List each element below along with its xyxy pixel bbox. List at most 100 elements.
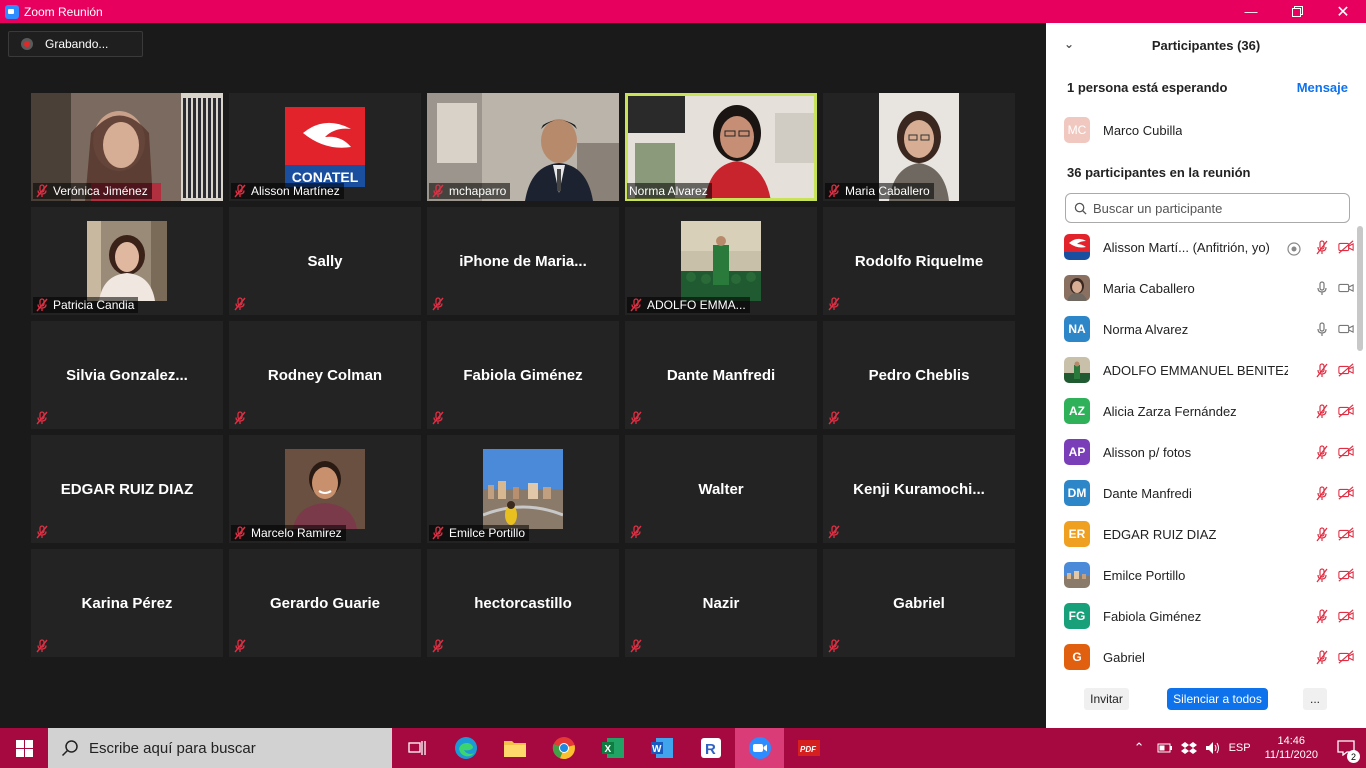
chrome-browser-icon[interactable] — [539, 728, 588, 768]
participant-name: Maria Caballero — [1103, 280, 1195, 296]
file-explorer-icon[interactable] — [490, 728, 539, 768]
participant-video-tile[interactable]: Gabriel — [823, 549, 1015, 657]
invite-button[interactable]: Invitar — [1084, 688, 1129, 710]
participant-name: Maria Caballero — [845, 184, 930, 198]
participant-video-tile[interactable]: mchaparro — [427, 93, 619, 201]
camera-off-icon[interactable] — [1338, 649, 1354, 668]
volume-icon[interactable] — [1205, 741, 1221, 755]
message-link[interactable]: Mensaje — [1297, 80, 1348, 95]
word-icon[interactable]: W — [637, 728, 686, 768]
participant-video-tile[interactable]: Pedro Cheblis — [823, 321, 1015, 429]
recording-indicator[interactable]: Grabando... — [8, 31, 143, 57]
participant-video-tile[interactable]: Rodney Colman — [229, 321, 421, 429]
language-indicator[interactable]: ESP — [1229, 742, 1251, 754]
microphone-muted-icon[interactable] — [1314, 526, 1330, 545]
mic-muted-icon — [827, 411, 841, 425]
dropbox-icon[interactable] — [1180, 741, 1197, 755]
edge-browser-icon[interactable] — [441, 728, 490, 768]
participant-video-tile[interactable]: Marcelo Ramirez — [229, 435, 421, 543]
camera-off-icon[interactable] — [1338, 403, 1354, 422]
camera-off-icon[interactable] — [1338, 362, 1354, 381]
participant-video-tile[interactable]: Silvia Gonzalez... — [31, 321, 223, 429]
participant-row[interactable]: AZ Alicia Zarza Fernández — [1064, 397, 1354, 425]
camera-off-icon[interactable] — [1338, 526, 1354, 545]
notification-center-button[interactable]: 2 — [1326, 728, 1366, 768]
participant-video-tile[interactable]: Norma Alvarez — [625, 93, 817, 201]
taskbar-search-box[interactable]: Escribe aquí para buscar — [48, 728, 392, 768]
participant-row[interactable]: ADOLFO EMMANUEL BENITEZ ... — [1064, 356, 1354, 384]
camera-off-icon[interactable] — [1338, 608, 1354, 627]
participant-row[interactable]: Emilce Portillo — [1064, 561, 1354, 589]
participant-row[interactable]: Maria Caballero — [1064, 274, 1354, 302]
close-button[interactable]: ✕ — [1320, 0, 1366, 23]
mic-muted-icon — [35, 525, 49, 539]
more-button[interactable]: ... — [1303, 688, 1327, 710]
participant-video-tile[interactable]: Sally — [229, 207, 421, 315]
waiting-person-row[interactable]: MC Marco Cubilla — [1064, 116, 1354, 144]
participant-row[interactable]: ER EDGAR RUIZ DIAZ — [1064, 520, 1354, 548]
battery-icon[interactable] — [1157, 742, 1173, 754]
minimize-button[interactable]: — — [1228, 0, 1274, 23]
participant-video-tile[interactable]: Emilce Portillo — [427, 435, 619, 543]
camera-off-icon[interactable] — [1338, 444, 1354, 463]
participant-row[interactable]: FG Fabiola Giménez — [1064, 602, 1354, 630]
participant-name: Silvia Gonzalez... — [66, 366, 188, 384]
microphone-muted-icon[interactable] — [1314, 239, 1330, 260]
camera-off-icon[interactable] — [1338, 239, 1354, 260]
participant-video-tile[interactable]: Gerardo Guarie — [229, 549, 421, 657]
participant-video-tile[interactable]: Fabiola Giménez — [427, 321, 619, 429]
participant-row[interactable]: AP Alisson p/ fotos — [1064, 438, 1354, 466]
restore-button[interactable] — [1274, 0, 1320, 23]
camera-off-icon[interactable] — [1338, 567, 1354, 586]
mute-all-button[interactable]: Silenciar a todos — [1167, 688, 1268, 710]
mic-muted-icon — [233, 184, 247, 198]
microphone-muted-icon[interactable] — [1314, 403, 1330, 422]
microphone-muted-icon[interactable] — [1314, 649, 1330, 668]
participant-video-tile[interactable]: Rodolfo Riquelme — [823, 207, 1015, 315]
participant-row[interactable]: Alisson Martí... (Anfitrión, yo) — [1064, 233, 1354, 261]
participant-video-tile[interactable]: iPhone de Maria... — [427, 207, 619, 315]
camera-icon[interactable] — [1338, 321, 1354, 340]
participant-video-tile[interactable]: Walter — [625, 435, 817, 543]
microphone-muted-icon[interactable] — [1314, 608, 1330, 627]
participant-video-tile[interactable]: EDGAR RUIZ DIAZ — [31, 435, 223, 543]
participant-row[interactable]: G Gabriel — [1064, 643, 1354, 671]
task-view-icon[interactable] — [392, 728, 441, 768]
camera-icon[interactable] — [1338, 280, 1354, 299]
clock[interactable]: 14:46 11/11/2020 — [1265, 734, 1318, 762]
collapse-chevron-icon[interactable]: ⌄ — [1064, 37, 1074, 51]
participant-video-tile[interactable]: Patricia Candia — [31, 207, 223, 315]
participant-video-tile[interactable]: Dante Manfredi — [625, 321, 817, 429]
participant-search-input[interactable]: Buscar un participante — [1065, 193, 1350, 223]
participant-name: hectorcastillo — [474, 594, 572, 612]
participant-video-tile[interactable]: Kenji Kuramochi... — [823, 435, 1015, 543]
participant-row[interactable]: DM Dante Manfredi — [1064, 479, 1354, 507]
participant-video-tile[interactable]: ADOLFO EMMA... — [625, 207, 817, 315]
remote-app-icon[interactable]: R — [686, 728, 735, 768]
participants-scrollbar[interactable] — [1357, 226, 1363, 351]
pdf-app-icon[interactable]: PDF — [784, 728, 833, 768]
microphone-icon[interactable] — [1314, 280, 1330, 299]
participant-row[interactable]: NA Norma Alvarez — [1064, 315, 1354, 343]
start-button[interactable] — [0, 728, 48, 768]
notification-badge: 2 — [1347, 750, 1360, 763]
microphone-icon[interactable] — [1314, 321, 1330, 340]
participant-name-label: Marcelo Ramirez — [231, 525, 346, 541]
participant-video-tile[interactable]: hectorcastillo — [427, 549, 619, 657]
zoom-taskbar-icon[interactable] — [735, 728, 784, 768]
camera-off-icon[interactable] — [1338, 485, 1354, 504]
participant-name: Walter — [698, 480, 744, 498]
excel-icon[interactable]: X — [588, 728, 637, 768]
microphone-muted-icon[interactable] — [1314, 567, 1330, 586]
participant-video-tile[interactable]: Nazir — [625, 549, 817, 657]
microphone-muted-icon[interactable] — [1314, 444, 1330, 463]
participant-video-tile[interactable]: Verónica Jiménez — [31, 93, 223, 201]
microphone-muted-icon[interactable] — [1314, 485, 1330, 504]
windows-taskbar: Escribe aquí para buscar X W R PDF ⌃ ESP… — [0, 728, 1366, 768]
participant-video-tile[interactable]: Karina Pérez — [31, 549, 223, 657]
microphone-muted-icon[interactable] — [1314, 362, 1330, 381]
participant-video-tile[interactable]: Maria Caballero — [823, 93, 1015, 201]
show-hidden-icons-chevron-icon[interactable]: ⌃ — [1134, 740, 1145, 756]
participant-video-tile[interactable]: CONATEL Alisson Martínez — [229, 93, 421, 201]
mic-muted-icon — [827, 639, 841, 653]
